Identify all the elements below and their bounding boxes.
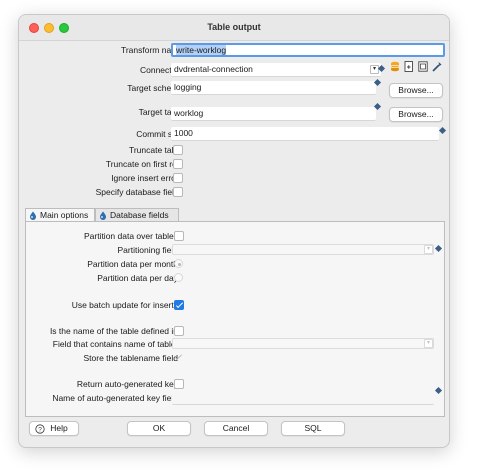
per-month-label: Partition data per month — [87, 259, 178, 269]
store-tablename-label: Store the tablename field — [83, 353, 178, 363]
return-key-label: Return auto-generated key — [76, 379, 178, 389]
truncate-table-checkbox[interactable] — [173, 145, 183, 155]
connection-value: dvdrental-connection — [174, 64, 253, 74]
partitioning-field-dropdown-button[interactable]: ▾ — [424, 245, 433, 254]
main-options-panel: Partition data over tables Partitioning … — [25, 221, 445, 417]
table-name-field-select[interactable] — [172, 338, 434, 349]
name-in-field-label: Is the name of the table defined in — [49, 326, 178, 336]
edit-connection-icon[interactable] — [418, 61, 428, 72]
target-table-value: worklog — [174, 108, 204, 118]
key-field-variable-icon — [434, 386, 443, 395]
return-key-checkbox[interactable] — [174, 379, 184, 389]
help-icon: ? — [35, 424, 45, 434]
partitioning-field-variable-icon — [434, 244, 443, 253]
svg-text:?: ? — [38, 426, 42, 433]
name-in-field-checkbox[interactable] — [174, 326, 184, 336]
partition-tables-checkbox[interactable] — [174, 231, 184, 241]
partition-tables-label: Partition data over tables — [83, 231, 178, 241]
truncate-first-row-label: Truncate on first row — [105, 159, 183, 169]
database-fields-tab-icon — [100, 211, 106, 220]
key-field-label: Name of auto-generated key field — [52, 393, 178, 403]
per-day-label: Partition data per day — [97, 273, 178, 283]
tab-database-fields-label: Database fields — [110, 210, 169, 220]
target-table-input[interactable]: worklog — [171, 107, 376, 121]
commit-size-variable-icon — [438, 126, 447, 135]
target-schema-value: logging — [174, 82, 202, 92]
title-bar: Table output — [19, 15, 449, 41]
truncate-first-row-checkbox[interactable] — [173, 159, 183, 169]
ignore-insert-errors-checkbox[interactable] — [173, 173, 183, 183]
per-month-radio[interactable] — [174, 259, 183, 268]
browse-table-button[interactable]: Browse... — [389, 107, 443, 122]
specify-fields-label: Specify database fields — [95, 187, 183, 197]
tab-bar: Main options Database fields — [25, 208, 445, 222]
help-button[interactable]: ? Help — [29, 421, 79, 436]
partitioning-field-label: Partitioning field — [117, 245, 178, 255]
per-day-radio[interactable] — [174, 273, 183, 282]
table-output-dialog: Table output Transform name write-worklo… — [18, 14, 450, 448]
batch-update-label: Use batch update for inserts — [71, 300, 178, 310]
specify-fields-checkbox[interactable] — [173, 187, 183, 197]
commit-size-input[interactable]: 1000 — [171, 127, 439, 141]
commit-size-value: 1000 — [174, 128, 193, 138]
tab-main-options-label: Main options — [40, 210, 89, 220]
tab-main-options[interactable]: Main options — [25, 208, 95, 222]
browse-schema-button[interactable]: Browse... — [389, 83, 443, 98]
batch-update-checkbox[interactable] — [174, 300, 184, 310]
window-title: Table output — [207, 22, 261, 32]
connection-select[interactable]: dvdrental-connection — [171, 63, 381, 77]
table-name-field-dropdown-button[interactable]: ▾ — [424, 339, 433, 348]
transform-name-input[interactable]: write-worklog — [171, 43, 445, 57]
transform-name-value: write-worklog — [176, 45, 227, 55]
field-contains-label: Field that contains name of table: — [52, 339, 178, 349]
wizard-icon[interactable] — [432, 61, 442, 72]
connection-dropdown-button[interactable]: ▾ — [370, 65, 379, 74]
main-options-tab-icon — [30, 211, 36, 220]
store-tablename-checkbox[interactable] — [174, 353, 184, 363]
sql-button[interactable]: SQL — [281, 421, 345, 436]
new-connection-icon[interactable] — [404, 61, 414, 72]
cancel-button[interactable]: Cancel — [204, 421, 268, 436]
ok-button[interactable]: OK — [127, 421, 191, 436]
key-field-input[interactable] — [172, 393, 434, 405]
tab-database-fields[interactable]: Database fields — [95, 208, 179, 222]
partitioning-field-select[interactable] — [172, 244, 434, 255]
target-schema-input[interactable]: logging — [171, 81, 376, 95]
help-button-label: Help — [50, 423, 68, 433]
database-icon[interactable] — [390, 61, 400, 72]
